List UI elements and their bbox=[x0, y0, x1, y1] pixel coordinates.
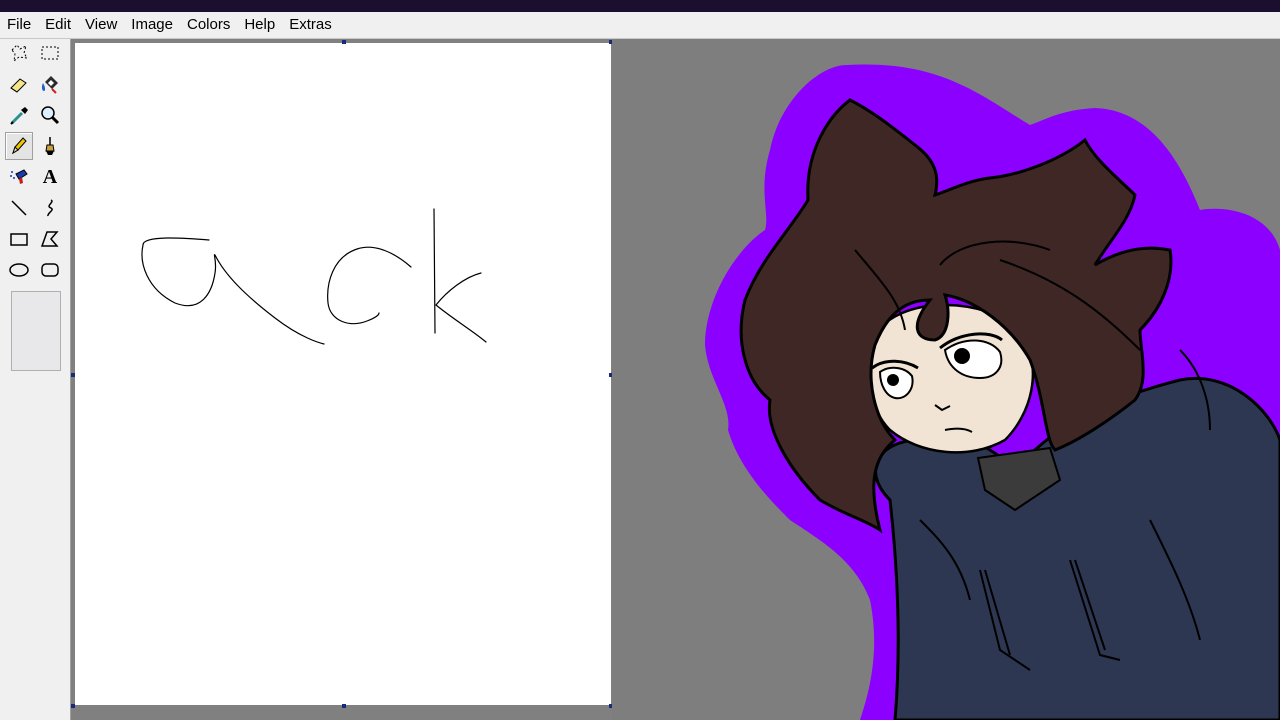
character-illustration bbox=[705, 64, 1280, 720]
tool-options-box[interactable] bbox=[11, 291, 61, 371]
magnifier-icon bbox=[41, 106, 60, 125]
free-form-select-icon bbox=[11, 44, 28, 63]
toolbox: A bbox=[0, 39, 71, 720]
canvas-strokes bbox=[141, 208, 487, 345]
stroke-letter-k-arms bbox=[435, 272, 487, 343]
polygon-tool[interactable] bbox=[36, 225, 64, 253]
eraser-icon bbox=[10, 78, 27, 93]
rounded-rect-icon bbox=[41, 263, 59, 277]
magnifier-tool[interactable] bbox=[36, 101, 64, 129]
curve-icon bbox=[47, 199, 53, 217]
text-tool[interactable]: A bbox=[36, 163, 64, 191]
stroke-letter-a bbox=[141, 237, 325, 345]
stroke-letter-k-stem bbox=[433, 208, 436, 334]
canvas-resize-handle-left[interactable] bbox=[71, 373, 75, 377]
eraser-tool[interactable] bbox=[5, 70, 33, 98]
character-overlay bbox=[612, 39, 1280, 720]
rectangle-icon bbox=[10, 233, 28, 246]
menu-image[interactable]: Image bbox=[125, 12, 179, 38]
left-pupil bbox=[887, 374, 899, 386]
free-form-select-tool[interactable] bbox=[5, 39, 33, 67]
ellipse-icon bbox=[9, 263, 29, 277]
menu-help[interactable]: Help bbox=[238, 12, 281, 38]
fill-bucket-tool[interactable] bbox=[36, 70, 64, 98]
menu-view[interactable]: View bbox=[79, 12, 123, 38]
airbrush-icon bbox=[10, 169, 28, 184]
rounded-rect-tool[interactable] bbox=[36, 256, 64, 284]
pencil-tool[interactable] bbox=[5, 132, 33, 160]
drawing-canvas[interactable] bbox=[75, 43, 611, 705]
menu-extras[interactable]: Extras bbox=[283, 12, 338, 38]
right-pupil bbox=[954, 348, 970, 364]
stroke-letter-c bbox=[327, 246, 412, 325]
canvas-resize-handle-top[interactable] bbox=[342, 40, 346, 44]
rect-select-tool[interactable] bbox=[36, 39, 64, 67]
color-picker-tool[interactable] bbox=[5, 101, 33, 129]
menu-edit[interactable]: Edit bbox=[39, 12, 77, 38]
brush-icon bbox=[45, 137, 55, 155]
curve-tool[interactable] bbox=[36, 194, 64, 222]
brush-tool[interactable] bbox=[36, 132, 64, 160]
menu-colors[interactable]: Colors bbox=[181, 12, 236, 38]
color-picker-icon bbox=[10, 107, 28, 125]
airbrush-tool[interactable] bbox=[5, 163, 33, 191]
fill-bucket-icon bbox=[41, 76, 58, 94]
rect-select-icon bbox=[41, 46, 59, 60]
text-icon: A bbox=[42, 165, 58, 188]
menu-file[interactable]: File bbox=[1, 12, 37, 38]
pencil-icon bbox=[12, 137, 27, 155]
ellipse-tool[interactable] bbox=[5, 256, 33, 284]
title-bar-strip bbox=[0, 0, 1280, 12]
line-tool[interactable] bbox=[5, 194, 33, 222]
canvas-resize-handle-bottom[interactable] bbox=[342, 704, 346, 708]
rectangle-tool[interactable] bbox=[5, 225, 33, 253]
menu-bar: File Edit View Image Colors Help Extras bbox=[0, 12, 1280, 39]
polygon-icon bbox=[40, 231, 59, 247]
canvas-resize-handle-bottom-left[interactable] bbox=[71, 704, 75, 708]
line-icon bbox=[11, 200, 27, 216]
